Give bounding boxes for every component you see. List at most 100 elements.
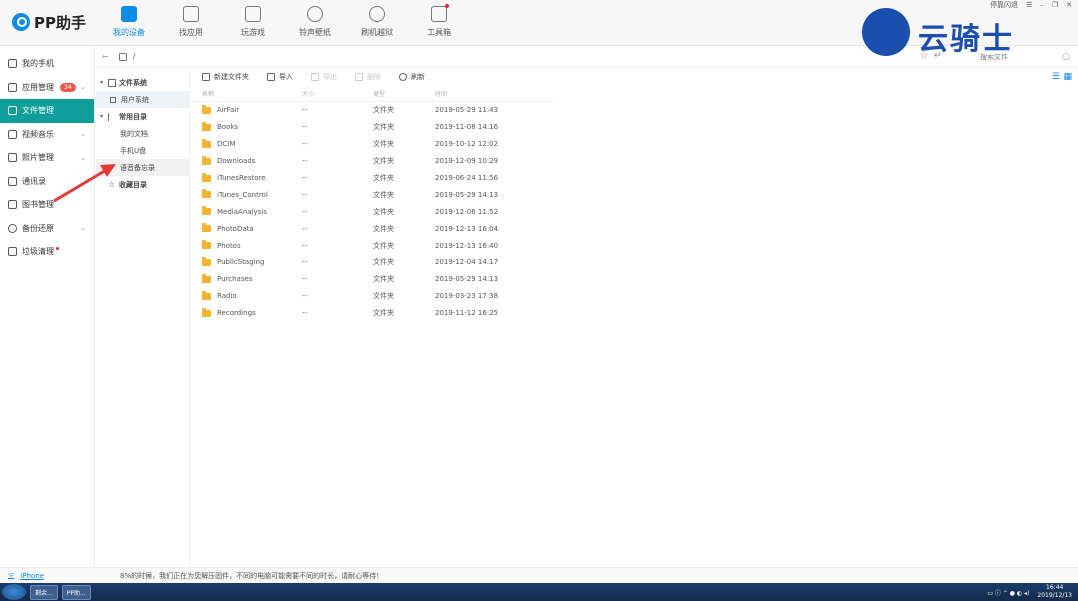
column-name[interactable]: 名称 xyxy=(192,89,302,98)
windows-taskbar: 剩余... PP助... ▭ ⓘ ⌃ ● ◐ ◂) 16:44 2019/12/… xyxy=(0,583,1078,601)
table-row[interactable]: MediaAnalysis -- 文件夹 2019-12-06 11:52 xyxy=(192,203,554,220)
status-message: 8%的时候，我们正在为您解压固件，不同的电脑可能需要不同的时长，请耐心等待！ xyxy=(120,571,384,580)
topnav-ringtones[interactable]: 铃声壁纸 xyxy=(284,6,346,42)
broom-icon xyxy=(8,247,17,257)
table-row[interactable]: Photos -- 文件夹 2019-12-13 16:40 xyxy=(192,237,554,254)
sidebar-item-cleanup[interactable]: 垃圾清理 xyxy=(0,240,94,264)
notification-dot xyxy=(445,4,449,8)
export-button[interactable]: 导出 xyxy=(311,72,337,82)
file-time: 2019-05-29 11:43 xyxy=(435,106,499,115)
topnav-flash[interactable]: 刷机越狱 xyxy=(346,6,408,42)
phone-icon xyxy=(8,59,17,69)
sidebar-item-video-music[interactable]: 视频音乐 ⌄ xyxy=(0,123,94,147)
tree-item-user-system[interactable]: 用户系统 xyxy=(96,91,189,108)
sidebar-item-file-manager[interactable]: 文件管理 xyxy=(0,99,94,123)
file-size: -- xyxy=(302,224,308,233)
system-tray: ▭ ⓘ ⌃ ● ◐ ◂) 16:44 2019/12/13 xyxy=(987,584,1072,600)
toolbar-label: 导入 xyxy=(279,73,293,81)
column-type[interactable]: 类型 xyxy=(373,89,435,98)
taskbar-app-pp[interactable]: PP助... xyxy=(61,584,91,600)
top-header: PP助手 我的设备 找应用 玩游戏 铃声壁纸 刷机越狱 工具箱 停靠闪退 ☰ –… xyxy=(0,0,1078,57)
restore-button[interactable]: ❐ xyxy=(1052,1,1058,9)
file-time: 2019-12-06 11:52 xyxy=(435,207,499,216)
table-row[interactable]: iTunes_Control -- 文件夹 2019-05-29 14:13 xyxy=(192,186,554,203)
folder-icon xyxy=(202,290,211,300)
file-name: PhotoData xyxy=(217,224,254,233)
table-row[interactable]: DCIM -- 文件夹 2019-10-12 12:02 xyxy=(192,136,554,153)
table-row[interactable]: Purchases -- 文件夹 2019-05-29 14:13 xyxy=(192,271,554,288)
sidebar-item-app-manager[interactable]: 应用管理 34 ⌄ xyxy=(0,76,94,100)
file-type: 文件夹 xyxy=(373,275,394,284)
start-button[interactable] xyxy=(2,584,26,600)
list-view-icon[interactable]: ☰ xyxy=(1052,72,1060,82)
toolbar-label: 新建文件夹 xyxy=(214,73,249,81)
file-name: PublicStaging xyxy=(217,258,265,267)
column-time[interactable]: 时间 xyxy=(435,89,554,98)
grid-view-icon[interactable]: ▦ xyxy=(1063,72,1072,82)
clock[interactable]: 16:44 2019/12/13 xyxy=(1037,584,1072,600)
tree-group-common-dirs[interactable]: ▾ 常用目录 xyxy=(96,108,189,125)
star-icon[interactable]: ☆ xyxy=(920,51,928,61)
search-input[interactable] xyxy=(980,53,1060,61)
sidebar-item-my-phone[interactable]: 我的手机 xyxy=(0,52,94,76)
book-icon xyxy=(8,200,17,210)
sidebar-item-backup[interactable]: 备份还原 ⌄ xyxy=(0,217,94,241)
new-folder-icon xyxy=(202,73,210,81)
clock-date: 2019/12/13 xyxy=(1037,592,1072,599)
tree-label: 手机U盘 xyxy=(120,146,147,155)
table-row[interactable]: Recordings -- 文件夹 2019-11-12 16:25 xyxy=(192,305,554,322)
trash-icon xyxy=(355,73,363,81)
topnav-label: 铃声壁纸 xyxy=(299,28,331,37)
play-icon xyxy=(8,129,17,139)
file-size: -- xyxy=(302,241,308,250)
search-icon[interactable]: ○ xyxy=(1062,52,1070,62)
tree-item-my-docs[interactable]: 我的文档 xyxy=(96,125,189,142)
sidebar-item-label: 我的手机 xyxy=(22,59,54,69)
file-size: -- xyxy=(302,174,308,182)
store-icon xyxy=(183,6,199,22)
folder-icon xyxy=(202,307,211,317)
contacts-icon xyxy=(8,176,17,186)
topnav-toolbox[interactable]: 工具箱 xyxy=(408,4,470,42)
back-arrow-icon[interactable]: ← xyxy=(102,52,109,61)
table-row[interactable]: Downloads -- 文件夹 2019-12-09 10:29 xyxy=(192,153,554,170)
table-row[interactable]: PhotoData -- 文件夹 2019-12-13 16:04 xyxy=(192,220,554,237)
file-size: -- xyxy=(302,140,308,149)
new-folder-button[interactable]: 新建文件夹 xyxy=(202,72,249,82)
close-button[interactable]: ✕ xyxy=(1066,1,1072,9)
import-button[interactable]: 导入 xyxy=(267,72,293,82)
folder-icon xyxy=(202,206,211,216)
toolbox-icon xyxy=(431,4,449,22)
sidebar-item-label: 通讯录 xyxy=(22,176,46,186)
enter-icon[interactable]: ↵ xyxy=(934,51,942,61)
pp-logo-icon xyxy=(12,13,30,31)
device-link[interactable]: ᯤ iPhone xyxy=(8,571,44,580)
table-row[interactable]: Radio -- 文件夹 2019-03-23 17:38 xyxy=(192,288,554,305)
file-type: 文件夹 xyxy=(373,224,394,233)
lock-icon xyxy=(118,52,127,61)
file-type: 文件夹 xyxy=(373,174,394,182)
gamepad-icon xyxy=(245,6,261,22)
column-size[interactable]: 大小 xyxy=(302,89,373,98)
file-type: 文件夹 xyxy=(373,123,394,132)
image-icon xyxy=(8,153,17,163)
file-size: -- xyxy=(302,258,308,267)
file-time: 2019-05-29 14:13 xyxy=(435,190,499,199)
refresh-button[interactable]: 刷新 xyxy=(399,72,425,82)
file-type: 文件夹 xyxy=(373,157,394,166)
topnav-find-apps[interactable]: 找应用 xyxy=(160,6,222,42)
file-time: 2019-11-08 14:16 xyxy=(435,123,499,132)
table-row[interactable]: AirFair -- 文件夹 2019-05-29 11:43 xyxy=(192,102,554,119)
tree-group-file-system[interactable]: ▾ 文件系统 xyxy=(96,74,189,91)
folder-icon xyxy=(202,138,211,148)
delete-button[interactable]: 删除 xyxy=(355,72,381,82)
table-row[interactable]: Books -- 文件夹 2019-11-08 14:16 xyxy=(192,119,554,136)
topnav-my-device[interactable]: 我的设备 xyxy=(98,6,160,42)
taskbar-app-1[interactable]: 剩余... xyxy=(30,584,58,600)
table-row[interactable]: PublicStaging -- 文件夹 2019-12-04 14:17 xyxy=(192,254,554,271)
file-size: -- xyxy=(302,157,308,166)
tray-icons[interactable]: ▭ ⓘ ⌃ ● ◐ ◂) xyxy=(987,588,1029,597)
toolbar-label: 删除 xyxy=(367,73,381,81)
table-row[interactable]: iTunesRestore -- 文件夹 2019-06-24 11:56 xyxy=(192,170,554,187)
topnav-games[interactable]: 玩游戏 xyxy=(222,6,284,42)
